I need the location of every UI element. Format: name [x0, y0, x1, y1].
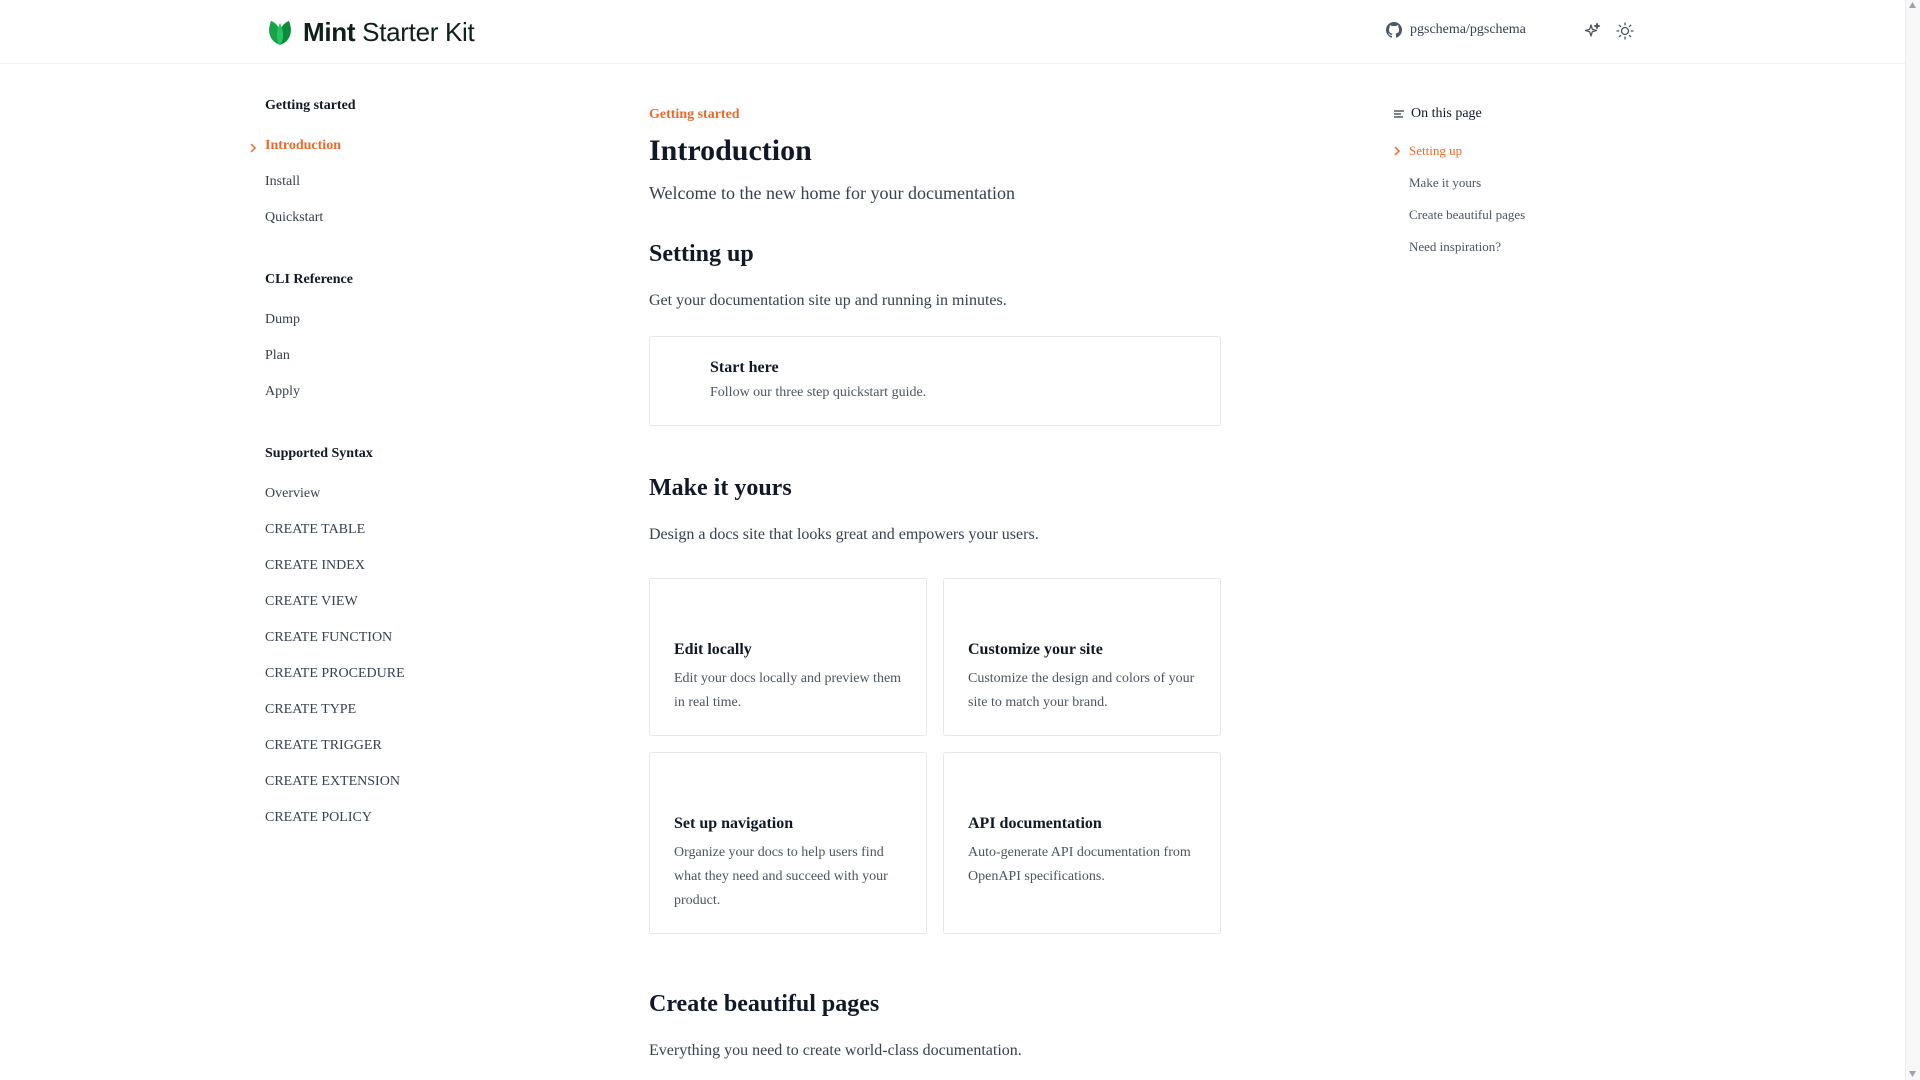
sidebar-group-cli-reference: CLI Reference	[265, 272, 353, 287]
toc-heading: On this page	[1393, 106, 1482, 122]
sidebar-item-create-extension[interactable]: CREATE EXTENSION	[265, 774, 400, 790]
card-description: Edit your docs locally and preview them …	[674, 671, 902, 710]
sidebar-item-create-trigger[interactable]: CREATE TRIGGER	[265, 738, 382, 754]
card-description: Customize the design and colors of your …	[968, 671, 1195, 710]
card-set-up-navigation[interactable]: Set up navigation Organize your docs to …	[649, 752, 927, 934]
sparkles-icon	[1584, 22, 1601, 37]
sidebar-item-create-table[interactable]: CREATE TABLE	[265, 522, 365, 538]
sidebar-item-create-view[interactable]: CREATE VIEW	[265, 594, 358, 610]
heading-make-it-yours: Make it yours	[649, 475, 792, 501]
card-description: Follow our three step quickstart guide.	[710, 385, 927, 400]
scroll-up-arrow-icon[interactable]	[1909, 2, 1916, 8]
toc-item-need-inspiration[interactable]: Need inspiration?	[1409, 239, 1501, 255]
sidebar-item-dump[interactable]: Dump	[265, 312, 300, 328]
card-description: Auto-generate API documentation from Ope…	[968, 845, 1191, 884]
make-it-yours-text: Design a docs site that looks great and …	[649, 526, 1039, 543]
sidebar-item-create-function[interactable]: CREATE FUNCTION	[265, 630, 392, 646]
sidebar-group-supported-syntax: Supported Syntax	[265, 446, 373, 461]
chevron-right-icon	[250, 143, 257, 153]
page-scrollbar[interactable]	[1905, 0, 1920, 1080]
sidebar-item-create-procedure[interactable]: CREATE PROCEDURE	[265, 666, 405, 682]
theme-toggle-button[interactable]	[1616, 22, 1634, 40]
card-description: Organize your docs to help users find wh…	[674, 845, 888, 908]
setting-up-text: Get your documentation site up and runni…	[649, 292, 1007, 309]
toc-item-create-beautiful-pages[interactable]: Create beautiful pages	[1409, 207, 1525, 223]
page-title: Introduction	[649, 134, 812, 167]
top-header: Mint Starter Kit pgschema/pgschema	[0, 0, 1905, 64]
list-icon	[1394, 110, 1404, 118]
card-title: Edit locally	[674, 641, 752, 658]
create-beautiful-pages-text: Everything you need to create world-clas…	[649, 1042, 1022, 1059]
github-icon	[1386, 22, 1402, 38]
sidebar-item-create-type[interactable]: CREATE TYPE	[265, 702, 356, 718]
sidebar-item-overview[interactable]: Overview	[265, 486, 320, 502]
breadcrumb[interactable]: Getting started	[649, 107, 740, 123]
ai-assistant-button[interactable]	[1583, 22, 1601, 40]
card-edit-locally[interactable]: Edit locally Edit your docs locally and …	[649, 578, 927, 736]
sun-icon	[1616, 22, 1634, 40]
site-logo[interactable]: Mint Starter Kit	[265, 16, 475, 48]
sidebar-item-install[interactable]: Install	[265, 174, 300, 190]
card-start-here[interactable]: Start here Follow our three step quickst…	[649, 336, 1221, 426]
sidebar-item-plan[interactable]: Plan	[265, 348, 290, 364]
heading-create-beautiful-pages: Create beautiful pages	[649, 991, 880, 1017]
sidebar-item-quickstart[interactable]: Quickstart	[265, 210, 323, 226]
card-title: Start here	[710, 359, 779, 376]
card-title: Customize your site	[968, 641, 1103, 658]
sidebar-item-apply[interactable]: Apply	[265, 384, 300, 400]
sidebar-item-create-index[interactable]: CREATE INDEX	[265, 558, 365, 574]
toc-heading-text: On this page	[1411, 106, 1482, 121]
repo-name: pgschema/pgschema	[1410, 22, 1526, 37]
sidebar-item-create-policy[interactable]: CREATE POLICY	[265, 810, 372, 826]
heading-setting-up: Setting up	[649, 241, 754, 267]
site-name: Mint Starter Kit	[303, 16, 475, 47]
card-title: API documentation	[968, 815, 1102, 832]
card-title: Set up navigation	[674, 815, 794, 832]
sidebar-group-getting-started: Getting started	[265, 98, 356, 113]
scroll-down-arrow-icon[interactable]	[1909, 1071, 1916, 1077]
leaf-logo-icon	[269, 21, 291, 45]
card-customize-your-site[interactable]: Customize your site Customize the design…	[943, 578, 1221, 736]
toc-item-setting-up[interactable]: Setting up	[1409, 143, 1462, 159]
sidebar-item-introduction[interactable]: Introduction	[265, 138, 341, 154]
card-api-documentation[interactable]: API documentation Auto-generate API docu…	[943, 752, 1221, 934]
toc-item-make-it-yours[interactable]: Make it yours	[1409, 175, 1481, 191]
github-repo-link[interactable]: pgschema/pgschema	[1386, 22, 1526, 38]
chevron-right-icon	[1394, 146, 1401, 156]
page-subtitle: Welcome to the new home for your documen…	[649, 183, 1015, 203]
